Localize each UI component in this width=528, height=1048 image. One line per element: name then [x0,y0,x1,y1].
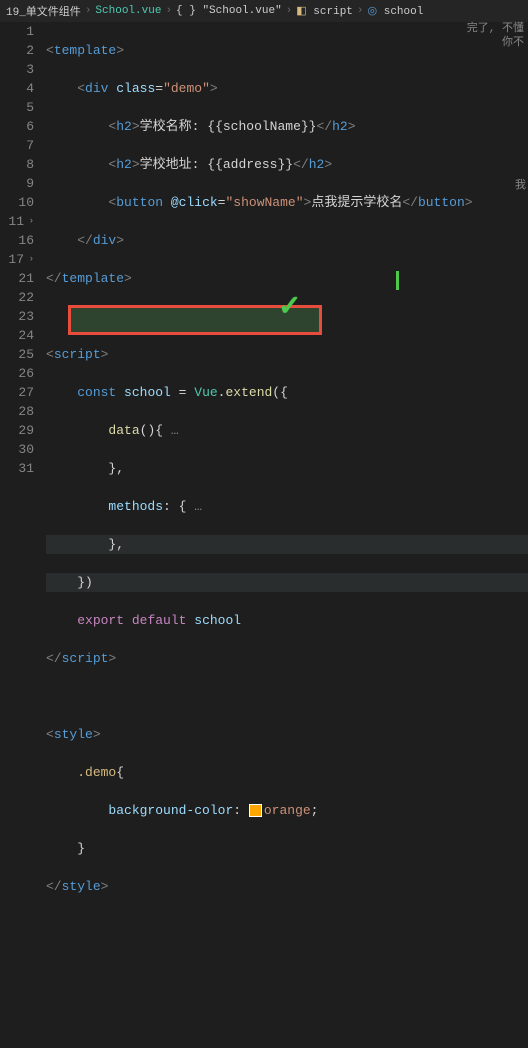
chevron-right-icon: › [286,5,293,17]
code-line[interactable]: </div> [46,231,528,250]
code-line[interactable]: }) [46,573,528,592]
chevron-right-icon: › [165,5,172,17]
code-line[interactable]: <button @click="showName">点我提示学校名</butto… [46,193,528,212]
fold-icon[interactable]: › [26,250,34,269]
code-line[interactable]: background-color: orange; [46,801,528,820]
bc-item[interactable]: ◧ script [296,4,353,18]
fold-icon[interactable]: › [26,212,34,231]
code-line[interactable]: data(){ … [46,421,528,440]
code-line[interactable] [46,915,528,934]
code-line[interactable] [46,687,528,706]
code-line[interactable]: }, [46,535,528,554]
code-area[interactable]: <template> <div class="demo"> <h2>学校名称: … [46,22,528,530]
code-line[interactable]: }, [46,459,528,478]
bc-item[interactable]: School.vue [95,5,161,17]
code-line[interactable]: <h2>学校名称: {{schoolName}}</h2> [46,117,528,136]
code-line[interactable]: <h2>学校地址: {{address}}</h2> [46,155,528,174]
code-line[interactable]: </template> [46,269,528,288]
code-line[interactable]: <script> [46,345,528,364]
code-line[interactable]: methods: { … [46,497,528,516]
code-line[interactable]: <div class="demo"> [46,79,528,98]
color-swatch-icon[interactable] [249,804,262,817]
annotation-overlay: 我 [515,176,526,192]
code-line[interactable]: </style> [46,877,528,896]
code-line[interactable]: <style> [46,725,528,744]
breadcrumb[interactable]: 19_单文件组件 › School.vue › { } "School.vue"… [0,0,528,22]
bc-item[interactable]: ◎ school [368,4,424,18]
code-line[interactable]: </script> [46,649,528,668]
code-editor[interactable]: 1 2 3 4 5 6 7 8 9 10 11› 16 17› 21 22 23… [0,22,528,530]
chevron-right-icon: › [85,5,92,17]
cursor-indicator [396,271,399,290]
code-line[interactable]: .demo{ [46,763,528,782]
code-line[interactable]: <template> [46,41,528,60]
bc-item[interactable]: { } "School.vue" [176,5,282,17]
annotation-overlay: 完了, 不懂 你不 [467,22,524,50]
code-line[interactable]: } [46,839,528,858]
code-line[interactable]: export default school [46,611,528,630]
bc-item[interactable]: 19_单文件组件 [6,3,81,19]
line-gutter: 1 2 3 4 5 6 7 8 9 10 11› 16 17› 21 22 23… [0,22,46,530]
code-line[interactable] [46,307,528,326]
chevron-right-icon: › [357,5,364,17]
code-line[interactable]: const school = Vue.extend({ [46,383,528,402]
